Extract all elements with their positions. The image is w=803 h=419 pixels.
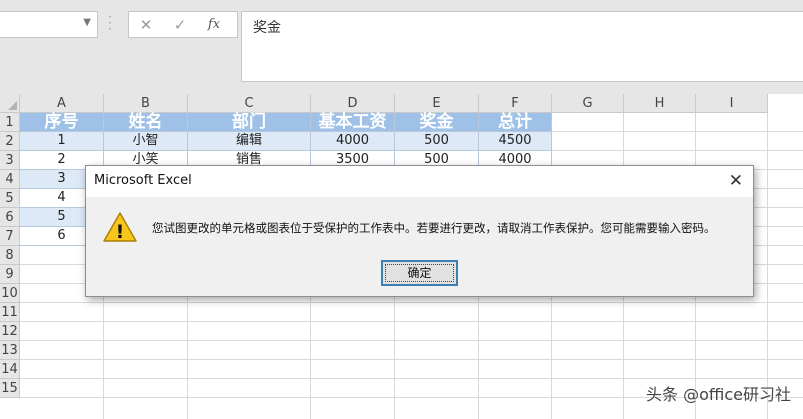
column-header[interactable]: I (696, 94, 768, 113)
row-header[interactable]: 12 (0, 322, 20, 341)
grid-line (20, 378, 803, 379)
name-box[interactable]: ▼ (0, 11, 98, 38)
row-header[interactable]: 8 (0, 246, 20, 265)
formula-buttons: ✕ ✓ fx (128, 11, 238, 38)
row-header[interactable]: 3 (0, 151, 20, 170)
table-cell[interactable]: 4000 (311, 132, 395, 151)
enter-icon[interactable]: ✓ (163, 16, 197, 34)
insert-function-icon[interactable]: fx (197, 17, 231, 32)
table-header-cell[interactable]: 姓名 (104, 113, 188, 132)
protected-sheet-dialog: Microsoft Excel ✕ ! 您试图更改的单元格或图表位于受保护的工作… (85, 165, 754, 297)
table-cell[interactable]: 编辑 (188, 132, 311, 151)
row-header[interactable]: 7 (0, 227, 20, 246)
grid-line (767, 113, 768, 419)
dialog-title: Microsoft Excel (94, 173, 192, 188)
table-header-cell[interactable]: 部门 (188, 113, 311, 132)
row-header[interactable]: 10 (0, 284, 20, 303)
table-cell[interactable]: 500 (395, 132, 479, 151)
drag-handle-icon[interactable]: · · · (108, 11, 112, 35)
table-cell[interactable]: 1 (20, 132, 104, 151)
row-header[interactable]: 11 (0, 303, 20, 322)
row-header[interactable]: 13 (0, 341, 20, 360)
column-header[interactable]: E (395, 94, 479, 113)
grid-line (20, 340, 803, 341)
row-header[interactable]: 4 (0, 170, 20, 189)
column-header[interactable]: F (479, 94, 552, 113)
warning-icon: ! (103, 212, 137, 243)
column-header[interactable]: C (188, 94, 311, 113)
select-all-button[interactable] (0, 94, 20, 113)
table-header-cell[interactable]: 总计 (479, 113, 552, 132)
formula-input[interactable]: 奖金 (241, 11, 803, 82)
warning-symbol: ! (116, 221, 125, 243)
row-header[interactable]: 15 (0, 379, 20, 398)
grid-line (20, 321, 803, 322)
row-header[interactable]: 9 (0, 265, 20, 284)
grid-line (20, 302, 803, 303)
row-header[interactable]: 6 (0, 208, 20, 227)
row-header[interactable]: 14 (0, 360, 20, 379)
dialog-titlebar: Microsoft Excel ✕ (86, 166, 753, 197)
column-header[interactable]: H (624, 94, 696, 113)
close-icon[interactable]: ✕ (729, 171, 743, 191)
column-header[interactable]: G (552, 94, 624, 113)
table-header-cell[interactable]: 序号 (20, 113, 104, 132)
table-header-cell[interactable]: 基本工资 (311, 113, 395, 132)
dialog-message: 您试图更改的单元格或图表位于受保护的工作表中。若要进行更改，请取消工作表保护。您… (152, 221, 716, 235)
column-header[interactable]: D (311, 94, 395, 113)
row-header[interactable]: 1 (0, 113, 20, 132)
row-header[interactable]: 5 (0, 189, 20, 208)
watermark-text: 头条 @office研习社 (646, 385, 791, 404)
ok-button[interactable]: 确定 (381, 260, 458, 286)
table-cell[interactable]: 4500 (479, 132, 552, 151)
column-header[interactable]: B (104, 94, 188, 113)
grid-line (20, 359, 803, 360)
column-header[interactable]: A (20, 94, 104, 113)
table-cell[interactable]: 小智 (104, 132, 188, 151)
formula-bar-area: ▼ · · · ✕ ✓ fx 奖金 (0, 0, 803, 94)
cancel-icon[interactable]: ✕ (129, 16, 163, 34)
row-header[interactable]: 2 (0, 132, 20, 151)
chevron-down-icon[interactable]: ▼ (83, 17, 91, 28)
excel-window: ▼ · · · ✕ ✓ fx 奖金 A B C D E F G H I 1 2 3 4 5 6 7 8 9 10 11 12… (0, 0, 803, 419)
table-header-cell[interactable]: 奖金 (395, 113, 479, 132)
